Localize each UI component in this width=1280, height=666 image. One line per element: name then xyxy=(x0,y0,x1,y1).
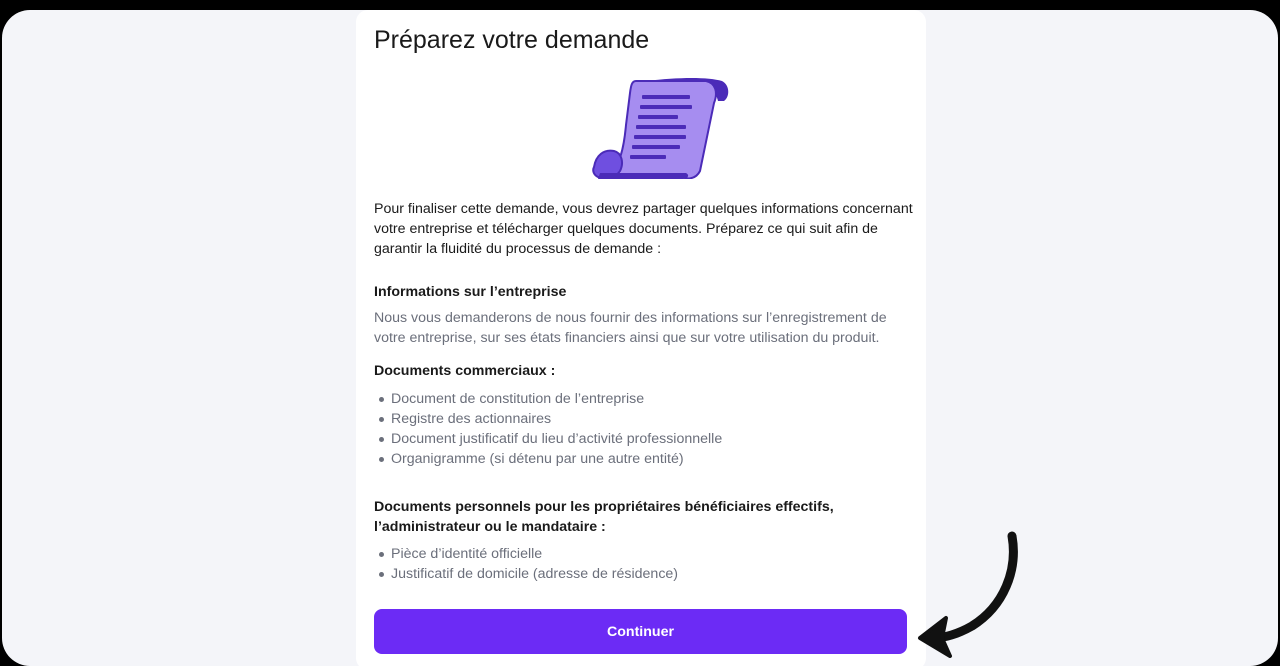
screenshot-frame: Préparez votre demande Pour finaliser ce… xyxy=(2,10,1278,666)
company-info-description: Nous vous demanderons de nous fournir de… xyxy=(374,310,887,346)
application-card: Préparez votre demande Pour finaliser ce… xyxy=(356,10,926,666)
business-docs-heading: Documents commerciaux : xyxy=(374,363,556,379)
list-item: Document justificatif du lieu d’activité… xyxy=(374,429,722,449)
personal-docs-list: Pièce d’identité officielle Justificatif… xyxy=(374,544,678,584)
continue-button[interactable]: Continuer xyxy=(374,609,907,654)
intro-text: Pour finaliser cette demande, vous devre… xyxy=(374,201,913,257)
list-item: Document de constitution de l’entreprise xyxy=(374,389,722,409)
list-item: Organigramme (si détenu par une autre en… xyxy=(374,449,722,469)
company-info-heading: Informations sur l’entreprise xyxy=(374,284,567,300)
scroll-document-icon xyxy=(592,78,729,179)
list-item: Pièce d’identité officielle xyxy=(374,544,678,564)
list-item: Justificatif de domicile (adresse de rés… xyxy=(374,564,678,584)
curved-arrow-icon xyxy=(918,531,1018,658)
page-title: Préparez votre demande xyxy=(374,26,650,54)
personal-docs-heading: Documents personnels pour les propriétai… xyxy=(374,499,834,535)
list-item: Registre des actionnaires xyxy=(374,409,722,429)
business-docs-list: Document de constitution de l’entreprise… xyxy=(374,389,722,469)
